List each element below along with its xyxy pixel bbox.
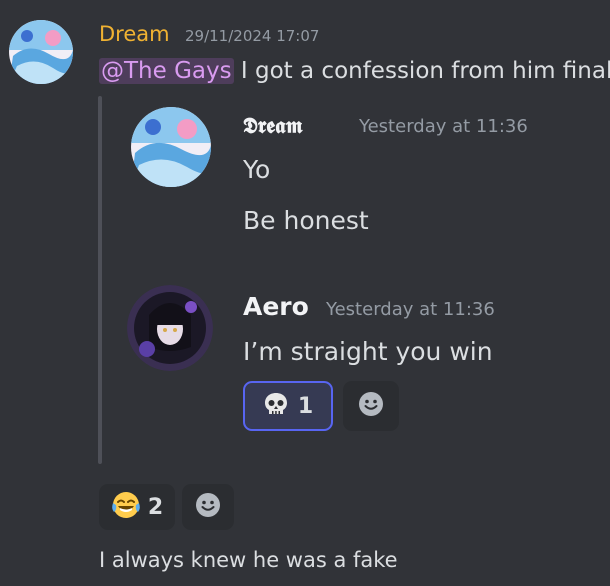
forwarded-author-name[interactable]: 𝕯𝖗𝖊𝖆𝖒: [243, 115, 303, 137]
forwarded-line: Yo: [243, 155, 271, 184]
message-timestamp: 29/11/2024 17:07: [185, 27, 320, 45]
forward-quote-bar: [98, 96, 102, 464]
skull-icon: [263, 391, 289, 421]
user-avatar[interactable]: [9, 20, 73, 84]
forwarded-avatar[interactable]: [131, 107, 211, 187]
author-name[interactable]: Dream: [99, 24, 170, 45]
reaction-count: 2: [147, 494, 164, 520]
message-text: I got a confession from him finally: [233, 58, 610, 84]
forwarded-timestamp: Yesterday at 11:36: [326, 299, 495, 320]
role-mention[interactable]: @The Gays: [99, 58, 234, 84]
smiley-icon: [194, 491, 222, 523]
reaction-joy[interactable]: 2: [99, 484, 175, 530]
reaction-count: 1: [297, 393, 314, 419]
forwarded-line: Be honest: [243, 206, 369, 235]
forwarded-avatar[interactable]: [127, 285, 213, 371]
smiley-icon: [357, 390, 385, 422]
forwarded-timestamp: Yesterday at 11:36: [359, 116, 528, 137]
add-reaction-button[interactable]: [343, 381, 399, 431]
forwarded-author-name[interactable]: Aero: [243, 294, 309, 319]
chat-area: Dream 29/11/2024 17:07 @The Gays I got a…: [0, 0, 610, 586]
message-content: @The Gays I got a confession from him fi…: [99, 58, 610, 84]
tears-of-joy-icon: [111, 490, 141, 524]
reaction-skull[interactable]: 1: [243, 381, 333, 431]
add-reaction-button[interactable]: [182, 484, 234, 530]
forwarded-line: I’m straight you win: [243, 337, 493, 366]
follow-up-message: I always knew he was a fake: [99, 548, 398, 572]
